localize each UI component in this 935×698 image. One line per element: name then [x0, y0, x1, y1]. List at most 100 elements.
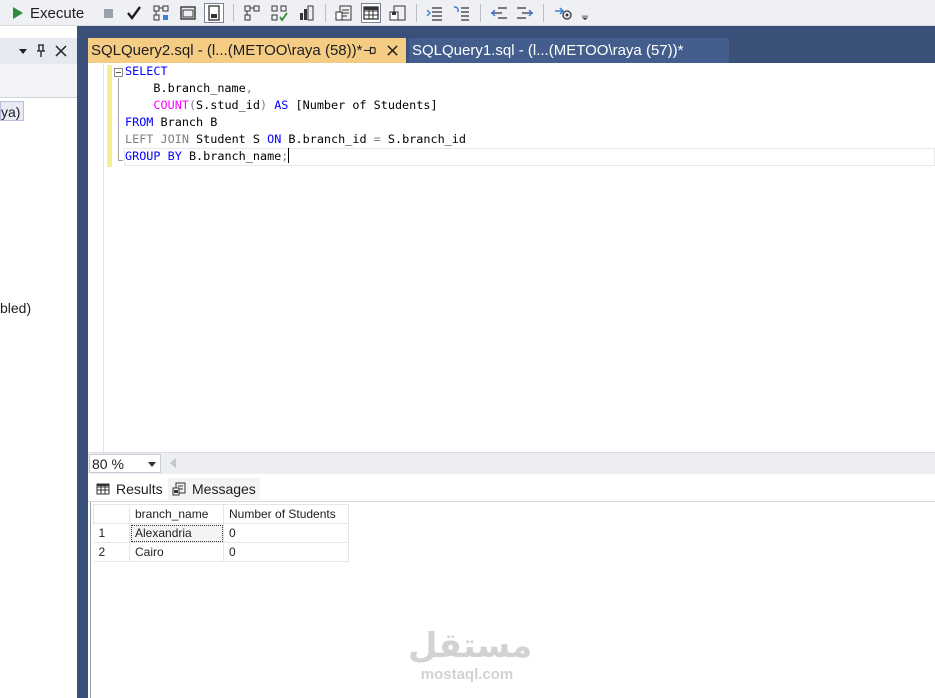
play-icon	[13, 7, 23, 19]
checkmark-icon	[127, 6, 141, 20]
watermark: مستقل mostaql.com	[408, 626, 533, 686]
include-actual-plan-button[interactable]	[242, 3, 262, 23]
outline-line-end	[118, 160, 123, 161]
chevron-down-icon	[148, 462, 156, 467]
save-file-icon	[389, 5, 406, 21]
zoom-dropdown[interactable]: 80 %	[89, 454, 161, 473]
document-tab-strip: SQLQuery2.sql - (l...(METOO\raya (58))* …	[88, 26, 935, 63]
parse-button[interactable]	[124, 3, 144, 23]
table-row[interactable]: 2 Cairo 0	[93, 542, 349, 562]
close-icon	[55, 45, 67, 57]
execute-label: Execute	[30, 4, 85, 22]
comment-icon	[426, 7, 442, 21]
results-to-grid-button[interactable]	[204, 3, 224, 23]
specify-template-values-button[interactable]	[553, 3, 573, 23]
object-explorer-titlebar	[0, 38, 77, 64]
text-results-icon	[335, 5, 352, 21]
tab-title: SQLQuery2.sql - (l...(METOO\raya (58))*	[91, 42, 363, 59]
chevron-down-icon	[581, 15, 589, 20]
toolbar-overflow-button[interactable]	[578, 3, 592, 23]
table-cell[interactable]: 0	[223, 542, 349, 562]
messages-icon	[172, 482, 186, 496]
code-line-5: LEFT JOIN Student S ON B.branch_id = S.b…	[125, 132, 466, 146]
code-line-6: GROUP BY B.branch_name;	[125, 148, 290, 163]
plan-icon	[153, 5, 169, 21]
editor-status-bar: 80 %	[88, 452, 935, 474]
collapse-toggle[interactable]	[114, 68, 123, 77]
tab-results-label: Results	[116, 481, 163, 497]
column-header[interactable]: branch_name	[129, 504, 224, 524]
stop-button[interactable]	[98, 3, 118, 23]
tree-node-label[interactable]: bled)	[0, 300, 31, 316]
grid-icon	[363, 6, 379, 20]
code-line-3: COUNT(S.stud_id) AS [Number of Students]	[153, 98, 438, 112]
comment-out-button[interactable]	[425, 3, 445, 23]
tree-node-selected[interactable]: ya)	[0, 101, 25, 121]
editor-margin	[88, 63, 104, 452]
change-tracking-bar	[107, 65, 112, 167]
tree-node-label: ya)	[1, 104, 21, 120]
plan-icon	[244, 5, 260, 21]
results-grid-button[interactable]	[361, 3, 381, 23]
row-number[interactable]: 2	[93, 542, 130, 562]
plan-check-icon	[271, 5, 288, 22]
table-cell[interactable]: Cairo	[129, 542, 224, 562]
results-to-file-button[interactable]	[388, 3, 408, 23]
chevron-down-icon	[19, 49, 27, 54]
sql-code-editor[interactable]: SELECT B.branch_name, COUNT(S.stud_id) A…	[88, 63, 935, 452]
close-icon	[386, 44, 398, 56]
decrease-indent-button[interactable]	[489, 3, 509, 23]
outline-line	[118, 78, 119, 161]
tab-messages[interactable]: Messages	[168, 478, 260, 500]
uncomment-button[interactable]	[452, 3, 472, 23]
close-tab-button[interactable]	[385, 43, 399, 57]
row-number[interactable]: 1	[93, 523, 130, 543]
pin-icon	[363, 46, 376, 54]
indent-icon	[517, 7, 534, 19]
template-icon	[555, 7, 572, 20]
tab-sqlquery2[interactable]: SQLQuery2.sql - (l...(METOO\raya (58))*	[88, 38, 406, 63]
uncomment-icon	[453, 6, 469, 21]
display-estimated-plan-button[interactable]	[151, 3, 171, 23]
tab-title: SQLQuery1.sql - (l...(METOO\raya (57))*	[412, 42, 684, 59]
tab-results[interactable]: Results	[92, 478, 167, 500]
table-cell[interactable]: Alexandria	[129, 523, 224, 543]
results-tab-strip: Results Messages	[88, 474, 935, 502]
results-grid: branch_name Number of Students 1 Alexand…	[93, 504, 349, 562]
auto-hide-button[interactable]	[34, 44, 48, 58]
query-options-button[interactable]	[178, 3, 198, 23]
table-cell[interactable]: 0	[223, 523, 349, 543]
watermark-brand: مستقل	[408, 626, 533, 666]
sql-editor-toolbar: Execute	[0, 0, 935, 26]
object-explorer-toolstrip	[0, 64, 77, 98]
pane-splitter[interactable]	[77, 26, 88, 698]
pin-icon	[37, 44, 45, 57]
row-number-header[interactable]	[93, 504, 130, 524]
window-position-dropdown[interactable]	[16, 44, 30, 58]
table-row[interactable]: 1 Alexandria 0	[93, 523, 349, 543]
pin-tab-button[interactable]	[362, 43, 376, 57]
object-explorer-pane: ya) bled)	[0, 26, 77, 698]
results-to-text-button[interactable]	[334, 3, 354, 23]
client-statistics-button[interactable]	[296, 3, 316, 23]
code-line-1: SELECT	[125, 64, 168, 78]
increase-indent-button[interactable]	[515, 3, 535, 23]
live-query-statistics-button[interactable]	[269, 3, 289, 23]
text-caret	[288, 148, 290, 163]
scroll-left-arrow[interactable]	[170, 458, 176, 468]
stop-icon	[104, 9, 113, 18]
tab-sqlquery1[interactable]: SQLQuery1.sql - (l...(METOO\raya (57))*	[409, 38, 729, 63]
zoom-value: 80 %	[92, 455, 124, 472]
tab-messages-label: Messages	[192, 481, 256, 497]
document-icon	[208, 5, 220, 21]
grid-header-row: branch_name Number of Students	[93, 504, 349, 524]
close-pane-button[interactable]	[54, 44, 68, 58]
code-line-4: FROM Branch B	[125, 115, 218, 129]
window-icon	[180, 6, 196, 20]
watermark-url: mostaql.com	[420, 666, 514, 683]
code-line-2: B.branch_name,	[125, 81, 253, 95]
column-header[interactable]: Number of Students	[223, 504, 349, 524]
grid-icon	[96, 483, 110, 495]
execute-button[interactable]: Execute	[8, 2, 88, 24]
chart-icon	[300, 5, 314, 21]
